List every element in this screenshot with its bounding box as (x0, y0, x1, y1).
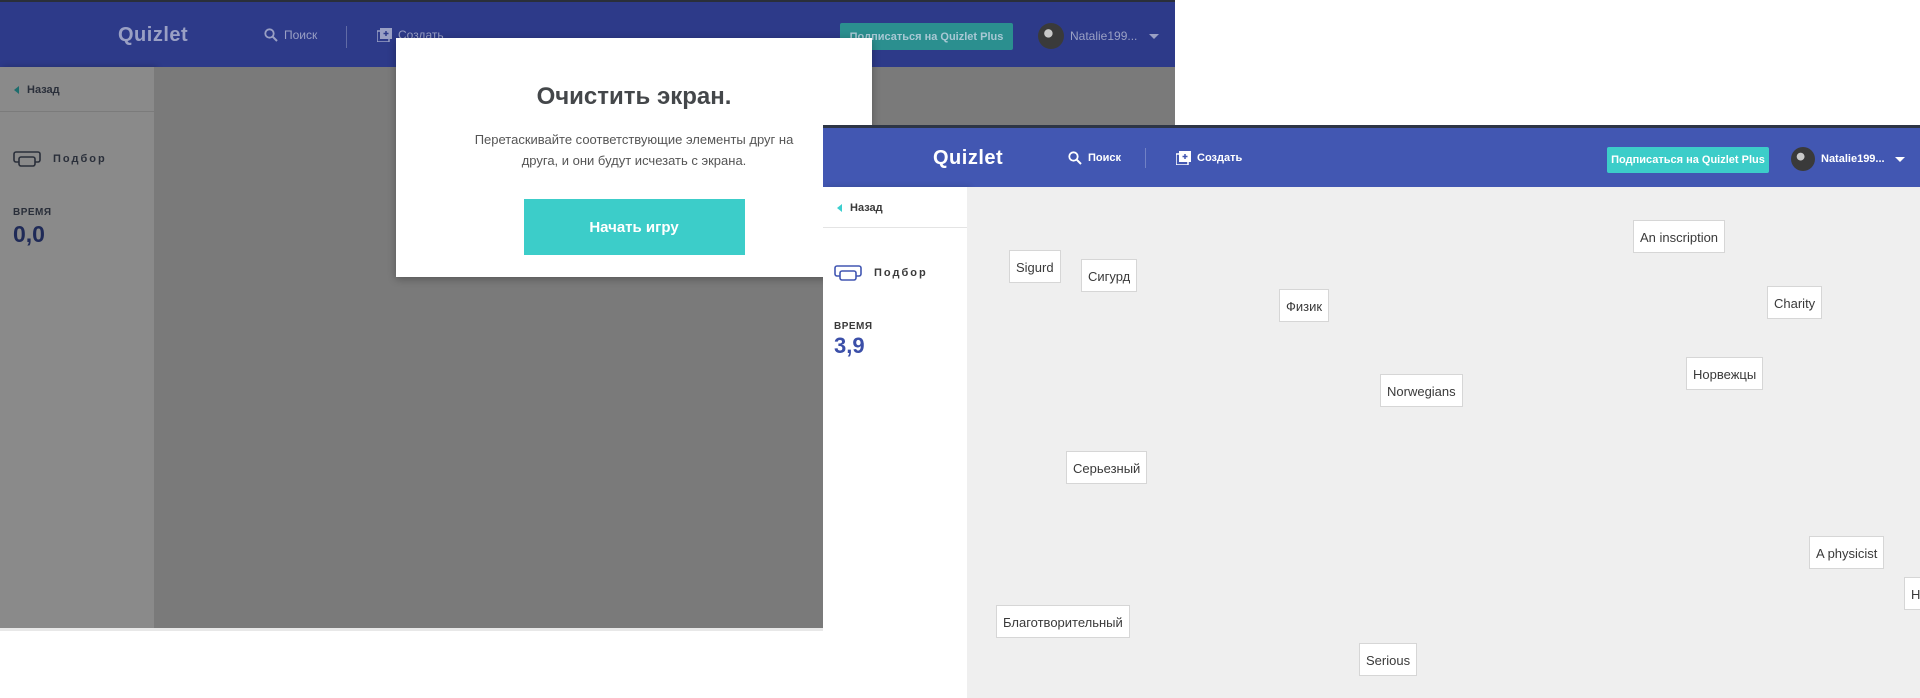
match-tile[interactable]: An inscription (1633, 220, 1726, 253)
back-label: Назад (850, 202, 883, 214)
divider (823, 227, 967, 228)
back-arrow-icon (837, 204, 842, 212)
match-tile[interactable]: Сигурд (1081, 259, 1138, 292)
match-tile[interactable]: Физик (1279, 289, 1330, 322)
search-icon (264, 28, 278, 42)
avatar (1038, 23, 1064, 49)
start-game-modal: Очистить экран. Перетаскивайте соответст… (396, 38, 872, 277)
avatar (1791, 147, 1815, 171)
nav-divider (346, 26, 347, 48)
start-game-button[interactable]: Начать игру (523, 199, 745, 255)
chevron-down-icon (1894, 156, 1905, 162)
quizlet-logo[interactable]: Quizlet (933, 147, 1003, 170)
match-tile[interactable]: A physicist (1809, 536, 1885, 569)
back-arrow-icon (14, 86, 19, 94)
match-tile[interactable]: Норвежцы (1686, 357, 1764, 390)
create-plus-icon (1176, 151, 1191, 165)
time-value: 0,0 (13, 221, 45, 247)
modal-description: Перетаскивайте соответствующие элементы … (474, 132, 794, 168)
quizlet-logo[interactable]: Quizlet (118, 24, 188, 47)
match-tile[interactable]: Sigurd (1009, 250, 1061, 283)
search-nav[interactable]: Поиск (264, 28, 317, 42)
back-link[interactable]: Назад (837, 202, 883, 214)
back-sidebar: Назад Подбор ВРЕМЯ 0,0 (0, 67, 154, 628)
match-tile[interactable]: Serious (1359, 643, 1418, 676)
time-value: 3,9 (834, 333, 865, 358)
user-name: Natalie199... (1070, 29, 1138, 43)
modal-title: Очистить экран. (536, 83, 732, 110)
chevron-down-icon (1149, 33, 1160, 39)
taskbar-strip (0, 628, 823, 631)
subscribe-plus-button[interactable]: Подписаться на Quizlet Plus (1607, 147, 1769, 173)
front-header: Quizlet Поиск Создать Подписаться на Qui… (823, 125, 1920, 187)
mode-text: Подбор (874, 267, 928, 279)
create-label: Создать (1197, 152, 1243, 164)
search-icon (1068, 151, 1082, 165)
create-plus-icon (377, 28, 392, 42)
front-window: Quizlet Поиск Создать Подписаться на Qui… (823, 125, 1920, 698)
time-label: ВРЕМЯ (834, 321, 873, 332)
match-tile[interactable]: Charity (1767, 286, 1823, 319)
match-game-stage: An inscription Sigurd Сигурд Физик Chari… (967, 187, 1920, 698)
user-menu[interactable]: Natalie199... (1038, 23, 1160, 49)
match-tile[interactable]: Norwegians (1380, 374, 1463, 407)
back-label: Назад (27, 84, 60, 96)
search-label: Поиск (1088, 152, 1122, 164)
match-cards-icon (834, 265, 862, 281)
back-link[interactable]: Назад (14, 84, 60, 96)
mode-label: Подбор (834, 265, 928, 281)
match-cards-icon (13, 151, 41, 167)
create-nav[interactable]: Создать (1176, 151, 1242, 165)
match-tile[interactable]: Благотворительный (996, 605, 1130, 638)
divider (0, 111, 154, 112)
search-nav[interactable]: Поиск (1068, 151, 1121, 165)
user-name: Natalie199... (1821, 153, 1885, 165)
match-tile[interactable]: Надпись (1904, 577, 1920, 610)
mode-text: Подбор (53, 153, 107, 165)
match-tile[interactable]: Серьезный (1066, 451, 1148, 484)
front-sidebar: Назад Подбор ВРЕМЯ 3,9 (823, 187, 967, 698)
search-label: Поиск (284, 28, 318, 42)
nav-divider (1145, 148, 1146, 168)
user-menu[interactable]: Natalie199... (1791, 147, 1905, 171)
time-label: ВРЕМЯ (13, 207, 52, 218)
mode-label: Подбор (13, 151, 107, 167)
